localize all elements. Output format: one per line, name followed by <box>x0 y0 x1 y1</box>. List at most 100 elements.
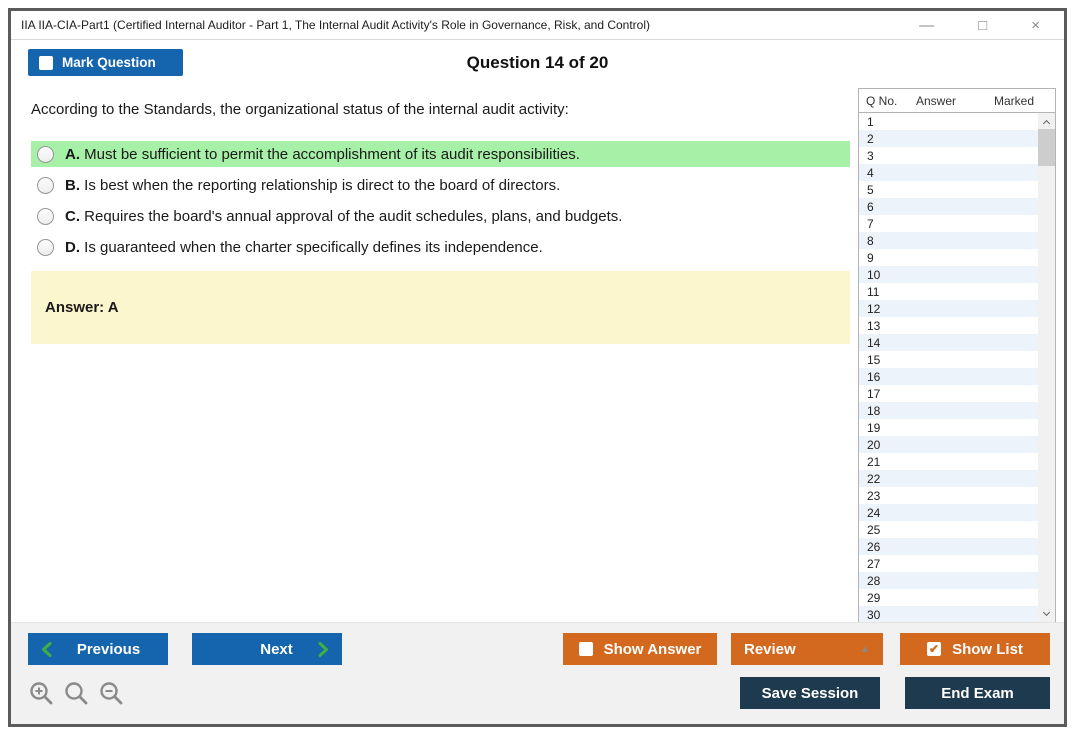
mark-question-label: Mark Question <box>62 55 156 70</box>
question-list-row[interactable]: 6 <box>859 198 1038 215</box>
radio-button[interactable] <box>37 176 54 194</box>
question-number: 3 <box>867 148 874 163</box>
question-list-row[interactable]: 24 <box>859 504 1038 521</box>
zoom-controls <box>28 680 124 706</box>
question-list-row[interactable]: 25 <box>859 521 1038 538</box>
option-row-B[interactable]: B. Is best when the reporting relationsh… <box>31 172 850 198</box>
question-list-row[interactable]: 28 <box>859 572 1038 589</box>
window-title: IIA IIA-CIA-Part1 (Certified Internal Au… <box>21 18 651 32</box>
question-number: 12 <box>867 301 881 316</box>
question-number: 2 <box>867 131 874 146</box>
chevron-left-icon <box>42 641 52 657</box>
question-number: 14 <box>867 335 881 350</box>
question-number: 28 <box>867 573 881 588</box>
options-container: A. Must be sufficient to permit the acco… <box>31 141 850 260</box>
option-row-C[interactable]: C. Requires the board's annual approval … <box>31 203 850 229</box>
question-number: 21 <box>867 454 881 469</box>
question-number: 6 <box>867 199 874 214</box>
question-number: 27 <box>867 556 881 571</box>
question-list-row[interactable]: 20 <box>859 436 1038 453</box>
show-list-label: Show List <box>952 640 1023 658</box>
question-list-body: 1 2 3 4 5 6 7 8 9 10 11 12 13 14 15 16 17 18 19 20 21 22 23 24 2… <box>859 113 1055 622</box>
question-list-row[interactable]: 19 <box>859 419 1038 436</box>
scrollbar-thumb[interactable] <box>1038 129 1055 166</box>
question-list-row[interactable]: 15 <box>859 351 1038 368</box>
question-list-row[interactable]: 10 <box>859 266 1038 283</box>
question-number: 8 <box>867 233 874 248</box>
mark-question-button[interactable]: Mark Question <box>28 49 183 76</box>
maximize-button[interactable]: □ <box>978 18 987 33</box>
question-list-rows: 1 2 3 4 5 6 7 8 9 10 11 12 13 14 15 16 17 18 19 20 21 22 23 24 2… <box>859 113 1038 622</box>
scroll-down-button[interactable] <box>1038 606 1055 621</box>
question-list-row[interactable]: 11 <box>859 283 1038 300</box>
question-list-row[interactable]: 29 <box>859 589 1038 606</box>
previous-label: Previous <box>76 640 141 658</box>
question-number: 5 <box>867 182 874 197</box>
question-number: 23 <box>867 488 881 503</box>
chevron-right-icon <box>318 641 328 657</box>
question-list-row[interactable]: 4 <box>859 164 1038 181</box>
review-button[interactable]: Review ▲ <box>731 633 883 665</box>
question-list-row[interactable]: 30 <box>859 606 1038 622</box>
radio-button[interactable] <box>37 238 54 256</box>
title-bar: IIA IIA-CIA-Part1 (Certified Internal Au… <box>11 11 1064 40</box>
question-list-row[interactable]: 23 <box>859 487 1038 504</box>
question-area: According to the Standards, the organiza… <box>11 85 858 622</box>
review-label: Review <box>744 640 796 658</box>
column-marked: Marked <box>994 93 1035 108</box>
question-list-row[interactable]: 22 <box>859 470 1038 487</box>
minimize-button[interactable]: — <box>919 18 934 33</box>
question-list-row[interactable]: 16 <box>859 368 1038 385</box>
question-number: 15 <box>867 352 881 367</box>
question-list-row[interactable]: 8 <box>859 232 1038 249</box>
question-list-header: Q No. Answer Marked <box>859 89 1055 113</box>
radio-button[interactable] <box>37 145 54 163</box>
radio-button[interactable] <box>37 207 54 225</box>
question-list-row[interactable]: 14 <box>859 334 1038 351</box>
question-list-row[interactable]: 27 <box>859 555 1038 572</box>
question-number: 10 <box>867 267 881 282</box>
scroll-up-button[interactable] <box>1038 114 1055 129</box>
question-number: 22 <box>867 471 881 486</box>
question-list-row[interactable]: 12 <box>859 300 1038 317</box>
question-list-row[interactable]: 3 <box>859 147 1038 164</box>
question-list-row[interactable]: 13 <box>859 317 1038 334</box>
question-number: 29 <box>867 590 881 605</box>
question-list-row[interactable]: 26 <box>859 538 1038 555</box>
question-list-row[interactable]: 1 <box>859 113 1038 130</box>
question-list-row[interactable]: 9 <box>859 249 1038 266</box>
option-row-D[interactable]: D. Is guaranteed when the charter specif… <box>31 234 850 260</box>
close-button[interactable]: × <box>1031 18 1040 33</box>
question-list-row[interactable]: 17 <box>859 385 1038 402</box>
next-button[interactable]: Next <box>192 633 342 665</box>
zoom-icon[interactable] <box>63 680 89 706</box>
save-session-label: Save Session <box>761 684 859 702</box>
question-number: 11 <box>867 284 880 299</box>
question-list-row[interactable]: 2 <box>859 130 1038 147</box>
show-list-button[interactable]: ✔ Show List <box>900 633 1050 665</box>
question-list-row[interactable]: 18 <box>859 402 1038 419</box>
option-text: C. Requires the board's annual approval … <box>65 207 623 225</box>
option-text: D. Is guaranteed when the charter specif… <box>65 238 543 256</box>
scrollbar[interactable] <box>1038 113 1055 622</box>
question-number: 13 <box>867 318 881 333</box>
question-list-row[interactable]: 7 <box>859 215 1038 232</box>
show-answer-button[interactable]: Show Answer <box>563 633 717 665</box>
save-session-button[interactable]: Save Session <box>740 677 880 709</box>
zoom-out-icon[interactable] <box>98 680 124 706</box>
question-list-panel: Q No. Answer Marked 1 2 3 4 5 6 7 8 9 10 11 12 13 14 1… <box>858 88 1056 622</box>
zoom-in-icon[interactable] <box>28 680 54 706</box>
question-number: 7 <box>867 216 874 231</box>
header-bar: Question 14 of 20 Mark Question <box>11 40 1064 85</box>
previous-button[interactable]: Previous <box>28 633 168 665</box>
question-list-row[interactable]: 5 <box>859 181 1038 198</box>
question-list-row[interactable]: 21 <box>859 453 1038 470</box>
question-text: According to the Standards, the organiza… <box>31 101 569 118</box>
option-row-A[interactable]: A. Must be sufficient to permit the acco… <box>31 141 850 167</box>
question-number: 9 <box>867 250 874 265</box>
question-number: 26 <box>867 539 881 554</box>
answer-box: Answer: A <box>31 271 850 344</box>
question-number: 1 <box>867 114 874 129</box>
end-exam-button[interactable]: End Exam <box>905 677 1050 709</box>
mark-question-checkbox-icon <box>39 55 53 70</box>
